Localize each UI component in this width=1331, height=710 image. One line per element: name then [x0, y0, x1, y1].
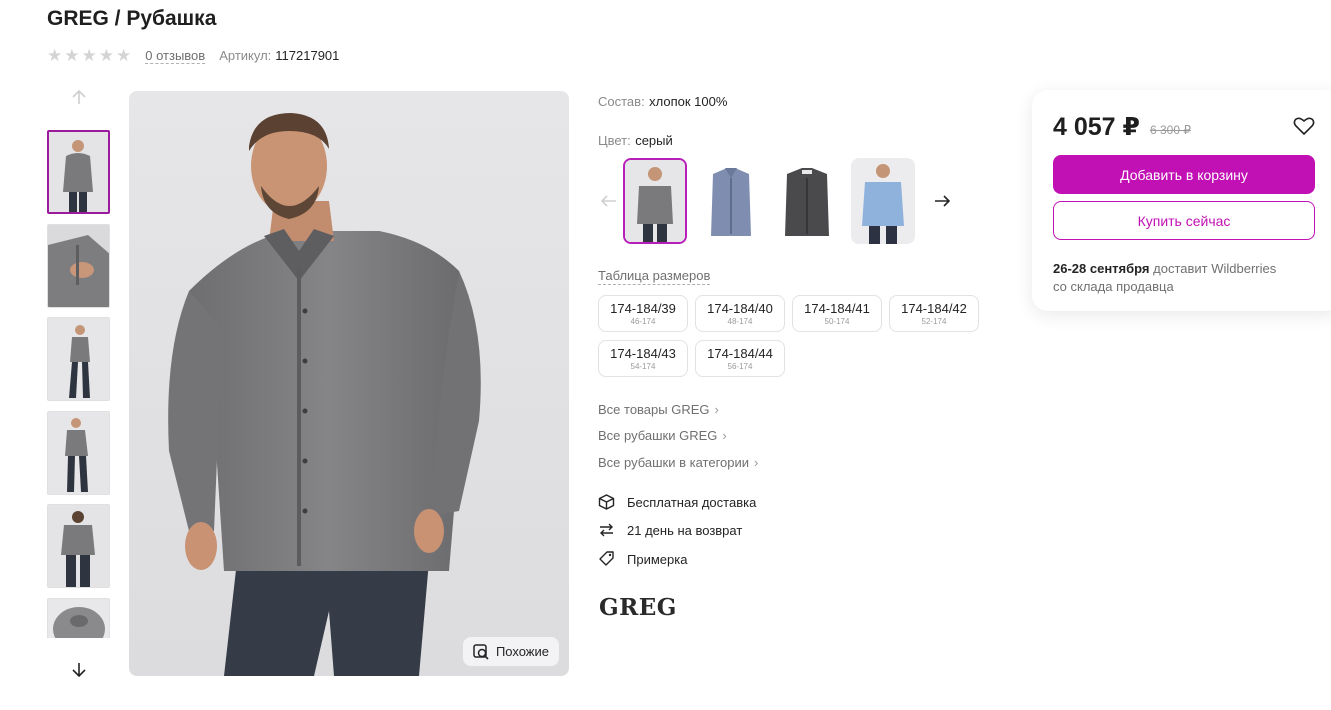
size-value: 174-184/40 [707, 300, 773, 316]
color-selector [598, 158, 953, 244]
chevron-right-icon: › [722, 428, 727, 443]
link-label: Все товары GREG [598, 402, 710, 417]
star-icon: ★ [116, 46, 132, 65]
delivery-date: 26-28 сентября [1053, 261, 1150, 276]
link-all-brand-shirts[interactable]: Все рубашки GREG › [598, 428, 727, 443]
size-ru: 54-174 [630, 361, 656, 371]
feature-free-delivery: Бесплатная доставка [598, 494, 756, 510]
thumbs-up-arrow-icon[interactable] [66, 87, 92, 107]
similar-search-icon [473, 643, 489, 660]
composition: Состав: хлопок 100% [598, 93, 727, 111]
size-value: 174-184/39 [610, 300, 676, 316]
chevron-right-icon: › [714, 402, 719, 417]
star-icon: ★ [98, 46, 114, 65]
delivery-info: 26-28 сентября доставит Wildberries со с… [1053, 260, 1313, 296]
thumbnail-2[interactable] [47, 223, 110, 308]
color-option-light-blue[interactable] [851, 158, 915, 244]
size-ru: 50-174 [824, 316, 850, 326]
link-label: Все рубашки в категории [598, 455, 750, 470]
feature-label: Бесплатная доставка [627, 494, 757, 510]
buy-card: 4 057 ₽ 6 300 ₽ Добавить в корзину Купит… [1032, 90, 1331, 311]
size-value: 174-184/44 [707, 345, 773, 361]
product-image [168, 113, 481, 676]
similar-label: Похожие [495, 644, 549, 659]
brand-logo[interactable]: GREG [599, 594, 677, 621]
size-value: 174-184/42 [901, 300, 967, 316]
color-label: Цвет: [598, 133, 631, 148]
delivery-text: доставит Wildberries [1153, 261, 1277, 276]
reviews-link[interactable]: 0 отзывов [145, 48, 206, 64]
size-table-link[interactable]: Таблица размеров [598, 268, 711, 285]
size-ru: 56-174 [727, 361, 753, 371]
size-ru: 52-174 [921, 316, 947, 326]
old-price: 6 300 ₽ [1150, 123, 1191, 137]
size-option[interactable]: 174-184/41 50-174 [792, 295, 882, 332]
rating-stars[interactable]: ★ ★ ★ ★ ★ [47, 47, 131, 64]
thumbnail-1[interactable] [47, 130, 110, 214]
feature-label: 21 день на возврат [627, 522, 743, 538]
product-title: GREG / Рубашка [47, 7, 217, 30]
composition-label: Состав: [598, 94, 645, 109]
price: 4 057 ₽ [1053, 113, 1140, 141]
thumbnail-4[interactable] [47, 410, 110, 495]
size-option[interactable]: 174-184/40 48-174 [695, 295, 785, 332]
tag-icon [599, 551, 614, 566]
return-arrows-icon [600, 523, 613, 537]
feature-fitting: Примерка [598, 551, 687, 567]
feature-label: Примерка [627, 551, 688, 567]
thumbnail-strip [47, 130, 111, 638]
composition-value: хлопок 100% [649, 94, 728, 109]
link-all-brand-products[interactable]: Все товары GREG › [598, 402, 719, 417]
size-ru: 46-174 [630, 316, 656, 326]
favorite-heart-icon[interactable] [1293, 116, 1315, 141]
article-label: Артикул: [219, 48, 272, 63]
star-icon: ★ [64, 46, 80, 65]
link-category-shirts[interactable]: Все рубашки в категории › [598, 455, 758, 470]
thumbnail-6[interactable] [47, 597, 110, 638]
colors-next-arrow-icon[interactable] [931, 195, 953, 207]
product-meta: ★ ★ ★ ★ ★ 0 отзывов Артикул: 117217901 [47, 47, 339, 64]
delivery-from: со склада продавца [1053, 279, 1174, 294]
main-product-photo[interactable]: Похожие [129, 91, 569, 676]
colors-prev-arrow-icon[interactable] [598, 195, 620, 207]
buy-now-button[interactable]: Купить сейчас [1053, 201, 1315, 240]
color-option-gray[interactable] [623, 158, 687, 244]
color-option-blue-print[interactable] [699, 158, 763, 244]
size-option[interactable]: 174-184/43 54-174 [598, 340, 688, 377]
size-value: 174-184/41 [804, 300, 870, 316]
size-option[interactable]: 174-184/39 46-174 [598, 295, 688, 332]
color-info: Цвет: серый [598, 132, 673, 150]
star-icon: ★ [47, 46, 63, 65]
star-icon: ★ [81, 46, 97, 65]
size-option[interactable]: 174-184/44 56-174 [695, 340, 785, 377]
article-value[interactable]: 117217901 [275, 48, 339, 63]
size-list: 174-184/39 46-174 174-184/40 48-174 174-… [598, 295, 988, 377]
size-ru: 48-174 [727, 316, 753, 326]
thumbs-down-arrow-icon[interactable] [66, 660, 92, 680]
link-label: Все рубашки GREG [598, 428, 718, 443]
similar-button[interactable]: Похожие [462, 637, 559, 666]
thumbnail-3[interactable] [47, 317, 110, 401]
size-option[interactable]: 174-184/42 52-174 [889, 295, 979, 332]
thumbnail-5[interactable] [47, 504, 110, 588]
color-option-dark-gray[interactable] [775, 158, 839, 244]
add-to-cart-button[interactable]: Добавить в корзину [1053, 155, 1315, 194]
feature-return: 21 день на возврат [598, 522, 742, 538]
color-value: серый [635, 133, 673, 148]
box-icon [598, 494, 615, 510]
chevron-right-icon: › [754, 455, 759, 470]
size-value: 174-184/43 [610, 345, 676, 361]
